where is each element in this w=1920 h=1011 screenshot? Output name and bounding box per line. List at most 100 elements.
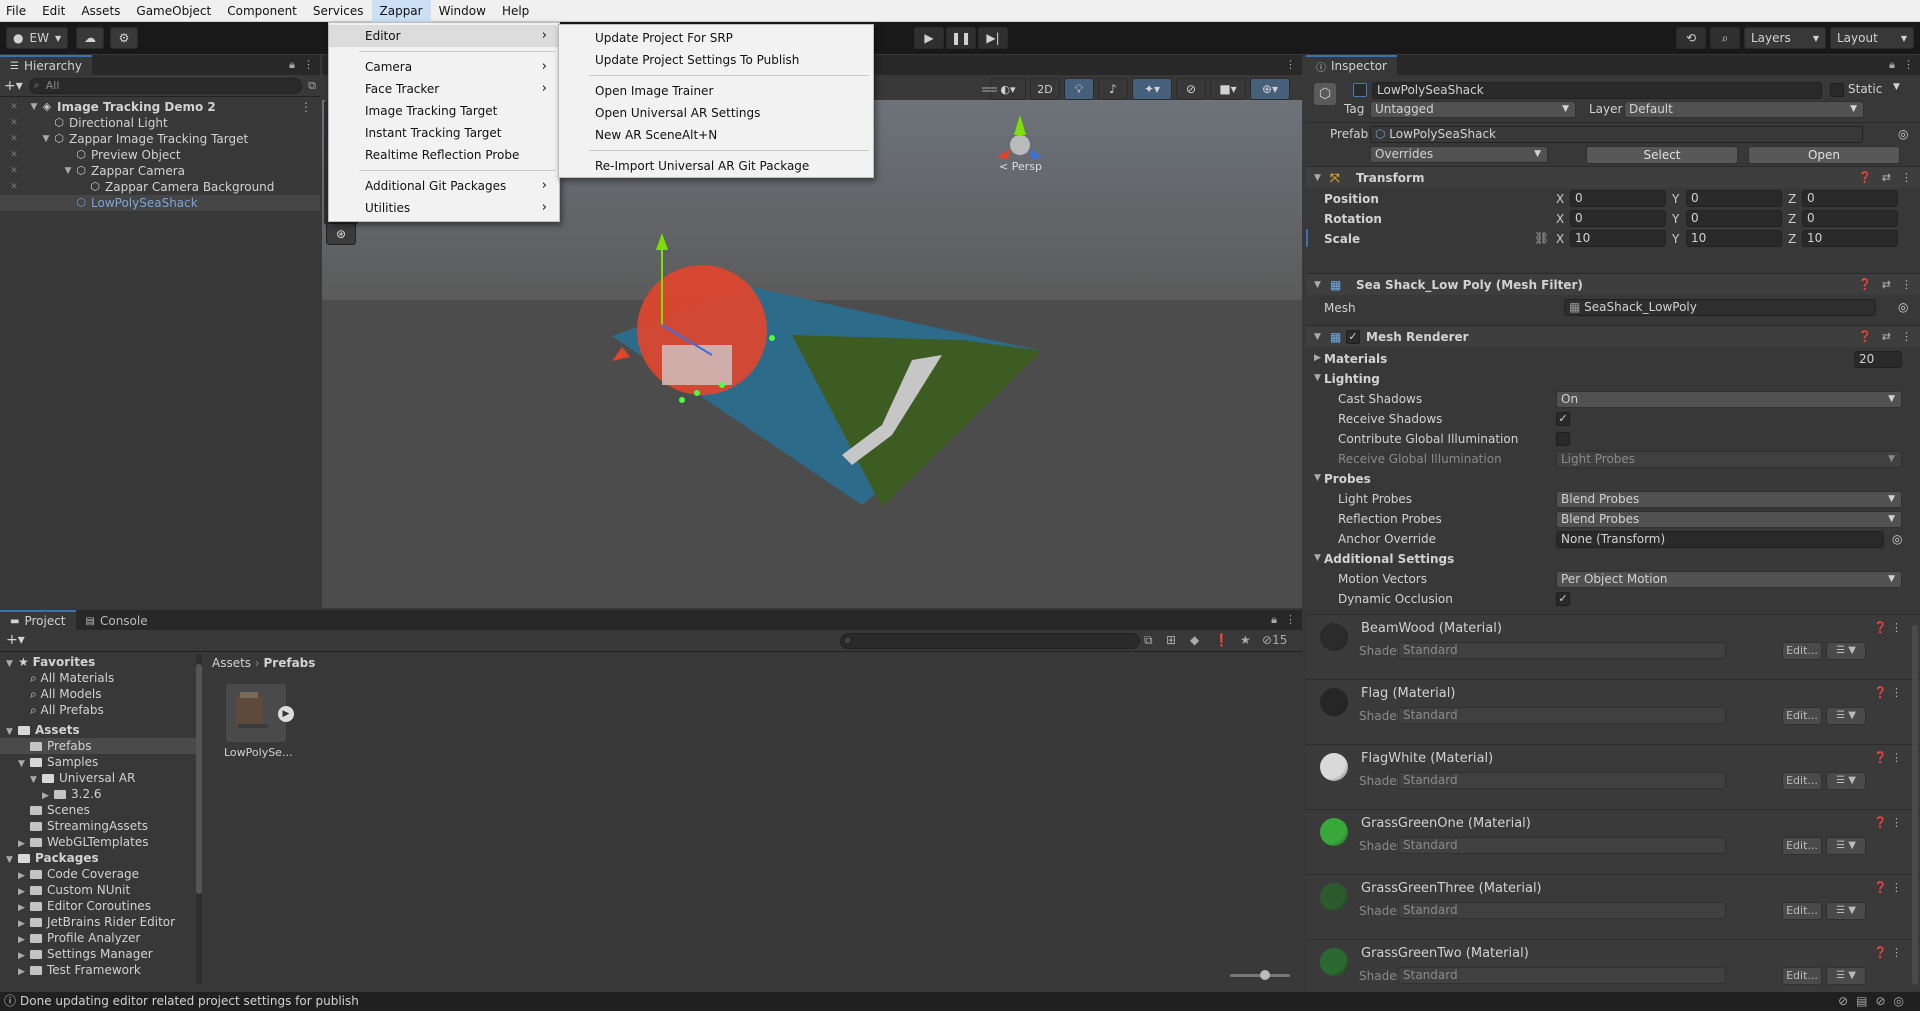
tab-project[interactable]: ▬ Project [0, 610, 76, 630]
pause-button[interactable]: ❚❚ [946, 27, 976, 49]
shader-options-button[interactable]: ☰ ▼ [1826, 707, 1866, 725]
create-button[interactable]: +▾ [6, 632, 25, 648]
hierarchy-row-scene[interactable]: ⨯ ▼ ◈ Image Tracking Demo 2 ⋮ [0, 99, 320, 115]
target-icon[interactable]: ◎ [1898, 127, 1908, 141]
target-icon[interactable]: ◎ [1892, 532, 1902, 546]
search-by-type-icon[interactable]: ⧉ [1144, 633, 1153, 648]
menu-component[interactable]: Component [219, 0, 305, 22]
menu-item-editor[interactable]: Editor › [329, 25, 559, 47]
chevron-down-icon[interactable]: ▼ [1893, 82, 1900, 92]
scale-z-field[interactable]: 10 [1802, 230, 1898, 247]
collapse-arrow-icon[interactable]: ▼ [1314, 473, 1321, 483]
cloud-button[interactable]: ☁ [76, 27, 104, 49]
tree-scrollbar-thumb[interactable] [196, 664, 202, 894]
expand-arrow-icon[interactable]: ▼ [62, 163, 74, 179]
help-icon[interactable]: ❓ ⋮ [1874, 621, 1902, 634]
project-tree-item[interactable]: ▼ ★ Favorites [0, 654, 196, 670]
collapse-arrow-icon[interactable]: ▼ [1314, 553, 1321, 563]
layer-dropdown[interactable]: Default ▼ [1624, 101, 1864, 118]
overrides-dropdown[interactable]: Overrides ▼ [1370, 146, 1548, 163]
mesh-renderer-enabled-checkbox[interactable]: ✓ [1346, 330, 1360, 344]
menu-item-image-tracking-target[interactable]: Image Tracking Target [329, 100, 559, 122]
hierarchy-row[interactable]: ⨯ ▼ ⬡ Zappar Image Tracking Target [0, 131, 320, 147]
project-tree-item[interactable]: ▼ Packages [0, 850, 196, 866]
link-icon[interactable]: ⛓ [1534, 231, 1549, 245]
motion-vectors-dropdown[interactable]: Per Object Motion ▼ [1556, 571, 1902, 588]
step-button[interactable]: ▶| [978, 27, 1008, 49]
material-block[interactable]: Flag (Material) ❓ ⋮ Shader Standard Edit… [1306, 679, 1920, 744]
tag-dropdown[interactable]: Untagged ▼ [1370, 101, 1576, 118]
help-icon[interactable]: ❓ [1858, 167, 1872, 189]
project-tree-item[interactable]: Scenes [0, 802, 196, 818]
menu-item-face-tracker[interactable]: Face Tracker › [329, 78, 559, 100]
add-button[interactable]: +▾ [4, 78, 23, 94]
hierarchy-row[interactable]: ⨯ ⬡ Directional Light [0, 115, 320, 131]
inspector-scrollbar[interactable] [1912, 625, 1918, 985]
status-icons[interactable]: ⊘▤⊘◎ [1838, 992, 1912, 1011]
rotation-z-field[interactable]: 0 [1802, 210, 1898, 227]
status-message[interactable]: Done updating editor related project set… [20, 992, 359, 1011]
tab-inspector[interactable]: ⓘ Inspector [1306, 55, 1397, 75]
menu-item-open-universal-ar-settings[interactable]: Open Universal AR Settings [559, 102, 873, 124]
shader-dropdown[interactable]: Standard [1398, 837, 1726, 854]
project-tree-item[interactable]: Prefabs [0, 738, 196, 754]
services-button[interactable]: ⚙ [110, 27, 138, 49]
more-options-icon[interactable]: ⋮ [1901, 274, 1912, 296]
help-icon[interactable]: ❓ ⋮ [1874, 816, 1902, 829]
materials-label[interactable]: Materials [1324, 352, 1387, 366]
scale-y-field[interactable]: 10 [1686, 230, 1782, 247]
preset-icon[interactable]: ⇄ [1882, 167, 1891, 189]
visibility-icon[interactable]: ⨯ [0, 179, 28, 195]
static-checkbox[interactable] [1830, 83, 1844, 97]
active-checkbox[interactable] [1353, 83, 1367, 97]
menu-item-reimport-universal-ar-git-package[interactable]: Re-Import Universal AR Git Package [559, 155, 873, 177]
shader-dropdown[interactable]: Standard [1398, 707, 1726, 724]
edit-shader-button[interactable]: Edit... [1782, 772, 1822, 790]
shader-options-button[interactable]: ☰ ▼ [1826, 837, 1866, 855]
scene-search-icon[interactable]: ⧉ [308, 79, 316, 93]
menu-item-update-project-settings-to-publish[interactable]: Update Project Settings To Publish [559, 49, 873, 71]
menu-item-open-image-trainer[interactable]: Open Image Trainer [559, 80, 873, 102]
project-tree-item[interactable]: ▶ JetBrains Rider Editor [0, 914, 196, 930]
dynamic-occlusion-checkbox[interactable]: ✓ [1556, 592, 1570, 606]
edit-shader-button[interactable]: Edit... [1782, 707, 1822, 725]
visibility-icon[interactable]: ⨯ [0, 99, 28, 115]
transform-header[interactable]: ▼ ⤧ Transform ❓ ⇄ ⋮ [1306, 166, 1920, 188]
tab-hierarchy[interactable]: ☰ Hierarchy [0, 55, 92, 75]
menu-services[interactable]: Services [305, 0, 372, 22]
menu-window[interactable]: Window [431, 0, 494, 22]
project-tree-item[interactable]: ▶ Test Framework [0, 962, 196, 978]
receive-shadows-checkbox[interactable]: ✓ [1556, 412, 1570, 426]
expand-arrow-icon[interactable]: ▶ [1314, 353, 1321, 363]
project-tree-item[interactable]: ▶ Custom NUnit [0, 882, 196, 898]
help-icon[interactable]: ❓ ⋮ [1874, 946, 1902, 959]
play-button[interactable]: ▶ [914, 27, 944, 49]
orientation-gizmo[interactable] [982, 87, 1042, 159]
position-x-field[interactable]: 0 [1570, 190, 1666, 207]
project-tree-item[interactable]: ⌕ All Prefabs [0, 702, 196, 718]
light-probes-dropdown[interactable]: Blend Probes ▼ [1556, 491, 1902, 508]
shader-options-button[interactable]: ☰ ▼ [1826, 902, 1866, 920]
expand-arrow-icon[interactable]: ▼ [28, 99, 40, 115]
target-icon[interactable]: ◎ [1898, 300, 1908, 314]
menu-item-instant-tracking-target[interactable]: Instant Tracking Target [329, 122, 559, 144]
search-by-label-icon[interactable]: ⊞ [1166, 633, 1176, 647]
select-button[interactable]: Select [1586, 146, 1738, 164]
shader-dropdown[interactable]: Standard [1398, 642, 1726, 659]
collapse-arrow-icon[interactable]: ▼ [1314, 326, 1321, 348]
shader-options-button[interactable]: ☰ ▼ [1826, 967, 1866, 985]
more-options-icon[interactable]: ⋮ [1903, 58, 1914, 72]
breadcrumb-assets[interactable]: Assets [212, 656, 251, 670]
lighting-section-title[interactable]: Lighting [1324, 372, 1380, 386]
material-block[interactable]: GrassGreenTwo (Material) ❓ ⋮ Shader Stan… [1306, 939, 1920, 992]
prefab-field[interactable]: ⬡ LowPolySeaShack [1370, 126, 1863, 143]
anchor-override-field[interactable]: None (Transform) [1556, 531, 1884, 548]
contribute-gi-checkbox[interactable] [1556, 432, 1570, 446]
material-block[interactable]: FlagWhite (Material) ❓ ⋮ Shader Standard… [1306, 744, 1920, 809]
project-tree-item[interactable]: ⌕ All Materials [0, 670, 196, 686]
layers-dropdown[interactable]: Layers ▼ [1744, 27, 1826, 49]
project-tree-item[interactable]: ▶ Profile Analyzer [0, 930, 196, 946]
project-tree-item[interactable]: ▶ 3.2.6 [0, 786, 196, 802]
lock-icon[interactable]: 🔒︎ [1889, 58, 1895, 72]
help-icon[interactable]: ❓ ⋮ [1874, 881, 1902, 894]
